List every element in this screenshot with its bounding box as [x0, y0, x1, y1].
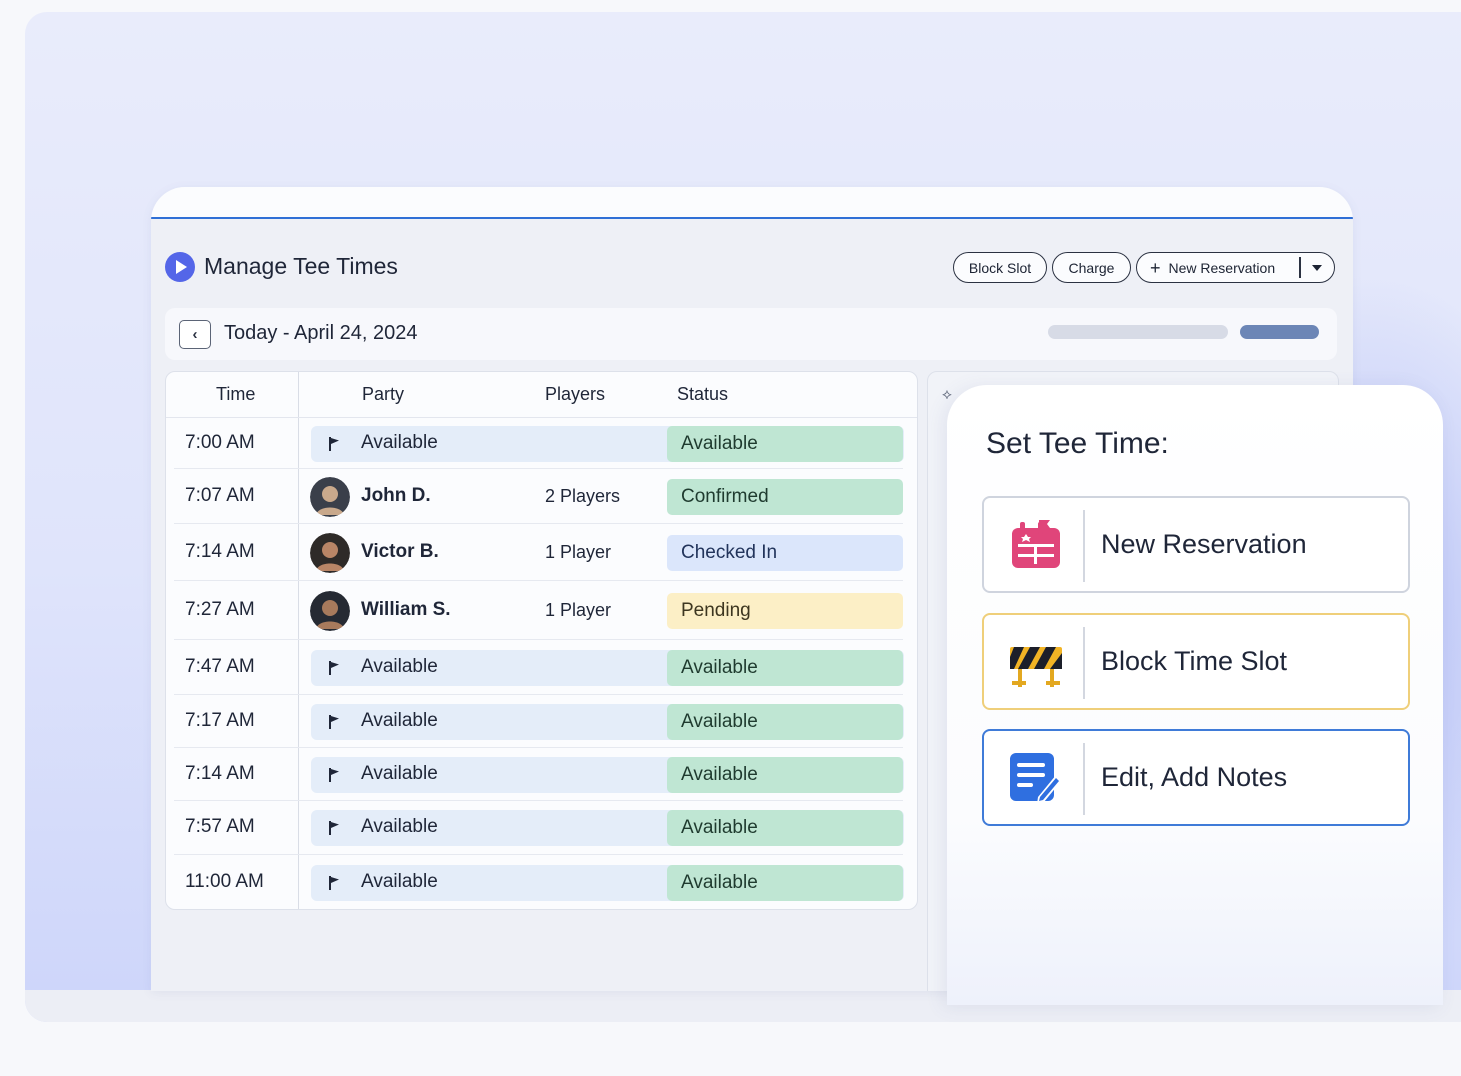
panel-title: Set Tee Time:	[986, 427, 1169, 460]
cell-time: 7:27 AM	[185, 599, 255, 620]
cell-time: 7:14 AM	[185, 541, 255, 562]
table-row[interactable]: 7:57 AM Available Available	[166, 801, 917, 855]
avatar[interactable]	[310, 533, 350, 573]
cell-time: 11:00 AM	[185, 871, 264, 892]
action-divider	[1083, 627, 1085, 699]
chevron-left-icon: ‹	[192, 326, 198, 343]
avatar[interactable]	[310, 477, 350, 517]
play-icon	[165, 252, 195, 282]
cell-time: 7:00 AM	[185, 432, 255, 453]
cell-time: 7:14 AM	[185, 763, 255, 784]
placeholder-bar-accent	[1240, 325, 1319, 339]
cell-time: 7:17 AM	[185, 710, 255, 731]
tee-times-table: Time Party Players Status 7:00 AM Availab…	[165, 371, 918, 910]
calendar-icon	[1012, 520, 1060, 568]
flag-icon	[329, 821, 339, 835]
status-badge: Available	[667, 865, 903, 901]
date-bar: ‹ Today - April 24, 2024	[165, 308, 1337, 360]
flag-icon	[329, 768, 339, 782]
notes-edit-icon	[1010, 753, 1062, 804]
action-divider	[1083, 510, 1085, 582]
cell-party: Available	[361, 432, 438, 453]
block-slot-label: Block Slot	[968, 259, 1032, 276]
cell-time: 7:47 AM	[185, 656, 255, 677]
header-time: Time	[216, 384, 256, 404]
charge-button[interactable]: Charge	[1052, 252, 1131, 283]
edit-add-notes-action-label: Edit, Add Notes	[1101, 762, 1288, 792]
block-slot-button[interactable]: Block Slot	[953, 252, 1047, 283]
flag-icon	[329, 876, 339, 890]
table-row[interactable]: 7:14 AM Available Available	[166, 748, 917, 801]
page-title: Manage Tee Times	[204, 253, 398, 279]
flag-icon	[329, 437, 339, 451]
cell-players: 1 Player	[545, 542, 612, 562]
status-badge: Available	[667, 704, 903, 740]
status-badge: Available	[667, 426, 903, 462]
header-status: Status	[677, 384, 729, 404]
cell-party: Available	[361, 816, 438, 837]
status-badge: Available	[667, 810, 903, 846]
placeholder-bar	[1048, 325, 1228, 339]
status-badge: Confirmed	[667, 479, 903, 515]
header: Manage Tee Times Block Slot Charge + New…	[165, 249, 1337, 285]
cell-players: 2 Players	[545, 486, 621, 506]
cell-time: 7:07 AM	[185, 485, 255, 506]
status-badge: Checked In	[667, 535, 903, 571]
status-badge: Available	[667, 757, 903, 793]
table-row[interactable]: 11:00 AM Available Available	[166, 855, 917, 909]
new-reservation-action-label: New Reservation	[1101, 529, 1307, 559]
action-divider	[1083, 743, 1085, 815]
cell-party: William S.	[361, 599, 451, 620]
plus-icon: +	[1150, 257, 1161, 278]
barrier-icon	[1010, 647, 1062, 687]
chevron-down-icon[interactable]	[1312, 265, 1322, 271]
status-badge: Available	[667, 650, 903, 686]
table-row[interactable]: 7:47 AM Available Available	[166, 640, 917, 695]
block-time-slot-action[interactable]: Block Time Slot	[982, 613, 1410, 710]
new-reservation-action[interactable]: New Reservation	[982, 496, 1410, 593]
cell-party: John D.	[361, 485, 431, 506]
cell-party: Available	[361, 871, 438, 892]
cell-players: 1 Player	[545, 600, 612, 620]
flag-icon	[329, 715, 339, 729]
flag-icon	[329, 661, 339, 675]
edit-add-notes-action[interactable]: Edit, Add Notes	[982, 729, 1410, 826]
avatar[interactable]	[310, 591, 350, 631]
table-row[interactable]: 7:17 AM Available Available	[166, 695, 917, 748]
date-label: Today - April 24, 2024	[224, 322, 418, 344]
new-reservation-label: New Reservation	[1168, 259, 1276, 276]
previous-day-button[interactable]: ‹	[179, 320, 211, 349]
pin-icon: ⟡	[942, 386, 952, 403]
header-players: Players	[545, 384, 606, 404]
table-row[interactable]: 7:14 AM Victor B. 1 Player Checked In	[166, 524, 917, 581]
new-reservation-button[interactable]: + New Reservation	[1136, 252, 1335, 283]
block-time-slot-action-label: Block Time Slot	[1101, 646, 1288, 676]
charge-label: Charge	[1068, 259, 1115, 276]
set-tee-time-panel: Set Tee Time: New Reservation Block Time…	[947, 385, 1443, 1005]
table-header: Time Party Players Status	[166, 372, 917, 418]
status-badge: Pending	[667, 593, 903, 629]
button-divider	[1299, 257, 1301, 278]
window-top-bar	[151, 187, 1353, 219]
cell-party: Available	[361, 763, 438, 784]
table-row[interactable]: 7:07 AM John D. 2 Players Confirmed	[166, 469, 917, 524]
cell-party: Victor B.	[361, 541, 439, 562]
table-row[interactable]: 7:00 AM Available Available	[166, 418, 917, 469]
cell-time: 7:57 AM	[185, 816, 255, 837]
cell-party: Available	[361, 656, 438, 677]
header-party: Party	[362, 384, 405, 404]
table-row[interactable]: 7:27 AM William S. 1 Player Pending	[166, 581, 917, 640]
cell-party: Available	[361, 710, 438, 731]
